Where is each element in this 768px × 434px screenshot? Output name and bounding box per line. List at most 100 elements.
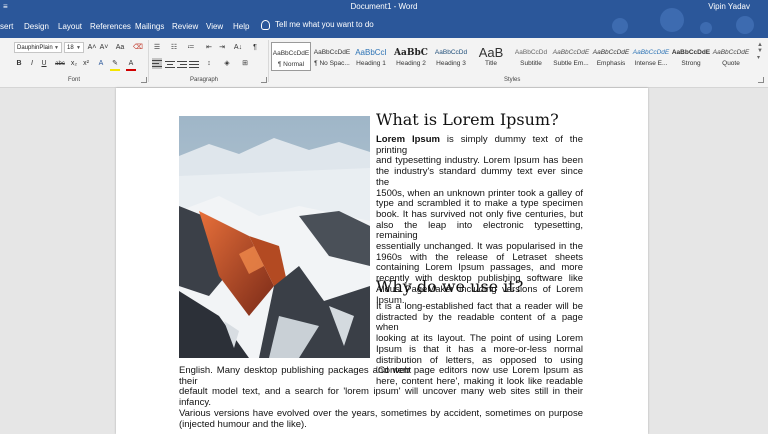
text-effects-icon[interactable]: A xyxy=(96,59,106,69)
bullets-icon[interactable]: ☰ xyxy=(152,43,162,53)
superscript-button[interactable]: x² xyxy=(81,59,91,69)
decor-snowflake-icon xyxy=(660,8,684,32)
styles-scroll[interactable]: ▲ ▼ ▾ xyxy=(757,42,765,72)
style-preview: AaBbCcDdE xyxy=(552,49,590,56)
paragraph-line: Ipsum is that it has a more-or-less norm… xyxy=(376,343,583,355)
style-no-spacing[interactable]: AaBbCcDdE ¶ No Spac... xyxy=(312,42,352,71)
underline-button[interactable]: U xyxy=(39,59,49,69)
decrease-indent-icon[interactable]: ⇤ xyxy=(204,43,214,53)
align-right-icon[interactable] xyxy=(177,59,187,68)
italic-button[interactable]: I xyxy=(27,59,37,69)
divider xyxy=(268,40,269,82)
chevron-down-icon: ▼ xyxy=(76,45,81,51)
tab-help[interactable]: Help xyxy=(233,22,249,31)
subscript-button[interactable]: x₂ xyxy=(69,59,79,69)
style-quote[interactable]: AaBbCcDdE Quote xyxy=(711,42,751,71)
style-name: Subtitle xyxy=(520,60,542,67)
style-emphasis[interactable]: AaBbCcDdE Emphasis xyxy=(591,42,631,71)
paragraph-2-full-width[interactable]: English. Many desktop publishing package… xyxy=(179,365,583,430)
decor-snowflake-icon xyxy=(700,22,712,34)
strikethrough-button[interactable]: abc xyxy=(53,59,67,69)
tell-me-text: Tell me what you want to do xyxy=(275,20,374,30)
font-name-combo[interactable]: DauphinPlain ▼ xyxy=(14,42,62,53)
expand-gallery-icon[interactable]: ▾ xyxy=(757,54,765,61)
align-center-icon[interactable] xyxy=(165,59,175,68)
shading-icon[interactable]: ◈ xyxy=(222,59,232,69)
paragraph-dialog-launcher-icon[interactable] xyxy=(261,77,267,83)
grow-font-button[interactable]: A˄ xyxy=(87,43,97,53)
font-color-button[interactable]: A xyxy=(126,59,136,71)
tab-design[interactable]: Design xyxy=(24,22,49,31)
increase-indent-icon[interactable]: ⇥ xyxy=(217,43,227,53)
ribbon: DauphinPlain ▼ 18 ▼ A˄ A˅ Aa ⌫ B I U abc x… xyxy=(0,38,768,88)
decor-snowflake-icon xyxy=(612,18,628,34)
style-heading-3[interactable]: AaBbCcDd Heading 3 xyxy=(431,42,471,71)
style-normal[interactable]: AaBbCcDdE ¶ Normal xyxy=(271,42,311,71)
numbering-icon[interactable]: ☷ xyxy=(169,43,179,53)
styles-group-label: Styles xyxy=(504,77,521,83)
style-heading-2[interactable]: AaBbC Heading 2 xyxy=(391,42,431,71)
tell-me-box[interactable]: Tell me what you want to do xyxy=(261,20,374,30)
style-name: Heading 3 xyxy=(436,60,466,67)
style-intense-emphasis[interactable]: AaBbCcDdE Intense E... xyxy=(631,42,671,71)
tab-layout[interactable]: Layout xyxy=(58,22,82,31)
change-case-button[interactable]: Aa xyxy=(113,43,127,53)
divider xyxy=(148,40,149,82)
tab-review[interactable]: Review xyxy=(172,22,198,31)
style-name: Heading 2 xyxy=(396,60,426,67)
tab-references[interactable]: References xyxy=(90,22,131,31)
tab-mailings[interactable]: Mailings xyxy=(135,22,164,31)
paragraph-line: also the leap into electronic typesettin… xyxy=(376,219,583,242)
style-preview: AaBbCcDd xyxy=(514,49,548,56)
tab-insert[interactable]: sert xyxy=(0,22,13,31)
style-name: Quote xyxy=(722,60,740,67)
style-title[interactable]: AaB Title xyxy=(471,42,511,71)
font-size-combo[interactable]: 18 ▼ xyxy=(64,42,84,53)
style-name: Strong xyxy=(681,60,701,67)
font-size-value: 18 xyxy=(67,45,74,51)
paragraph-line: Various versions have evolved over the y… xyxy=(179,407,583,419)
style-preview: AaBbC xyxy=(394,48,428,58)
style-subtle-emphasis[interactable]: AaBbCcDdE Subtle Em... xyxy=(551,42,591,71)
highlight-icon[interactable]: ✎ xyxy=(110,59,120,71)
style-name: ¶ Normal xyxy=(277,61,305,68)
paragraph-line: (injected humour and the like). xyxy=(179,418,307,430)
style-strong[interactable]: AaBbCcDdE Strong xyxy=(671,42,711,71)
font-dialog-launcher-icon[interactable] xyxy=(141,77,147,83)
chevron-down-icon: ▼ xyxy=(54,45,59,51)
borders-icon[interactable]: ⊞ xyxy=(240,59,250,69)
ribbon-tabs: sert Design Layout References Mailings R… xyxy=(0,8,768,38)
paragraph-line: default model text, and a search for 'lo… xyxy=(179,386,583,409)
shrink-font-button[interactable]: A˅ xyxy=(99,43,109,53)
font-name-value: DauphinPlain xyxy=(17,45,53,51)
decor-snowflake-icon xyxy=(736,16,754,34)
style-preview: AaBbCcDdE xyxy=(632,49,670,56)
paragraph-group-label: Paragraph xyxy=(190,77,219,83)
heading-what-is-lorem-ipsum[interactable]: What is Lorem Ipsum? xyxy=(376,110,559,129)
sort-button[interactable]: A↓ xyxy=(233,43,243,53)
style-name: Intense E... xyxy=(634,60,668,67)
justify-icon[interactable] xyxy=(189,59,199,68)
mountain-photo[interactable] xyxy=(179,116,370,358)
align-left-icon[interactable] xyxy=(152,58,162,69)
multilevel-list-icon[interactable]: ≔ xyxy=(186,43,196,53)
bold-button[interactable]: B xyxy=(14,59,24,69)
style-name: ¶ No Spac... xyxy=(314,60,350,67)
style-heading-1[interactable]: AaBbCcI Heading 1 xyxy=(351,42,391,71)
clear-formatting-icon[interactable]: ⌫ xyxy=(133,43,143,53)
paragraph-line: English. Many desktop publishing package… xyxy=(179,365,583,387)
bold-lead-text: Lorem Ipsum xyxy=(376,134,440,145)
line-spacing-icon[interactable]: ↕ xyxy=(204,59,214,69)
heading-why-do-we-use-it[interactable]: Why do we use it? xyxy=(376,277,523,296)
style-preview: AaB xyxy=(478,46,504,60)
paragraph-line: Lorem Ipsum is simply dummy text of the … xyxy=(376,134,583,156)
style-subtitle[interactable]: AaBbCcDd Subtitle xyxy=(511,42,551,71)
font-group-label: Font xyxy=(68,77,81,83)
tab-view[interactable]: View xyxy=(206,22,223,31)
show-marks-button[interactable]: ¶ xyxy=(250,43,260,53)
style-preview: AaBbCcDdE xyxy=(592,49,630,56)
styles-dialog-launcher-icon[interactable] xyxy=(758,77,764,83)
style-name: Subtle Em... xyxy=(553,60,589,67)
user-name[interactable]: Vipin Yadav xyxy=(708,2,750,11)
title-bar: ≡ Document1 - Word Vipin Yadav xyxy=(0,0,768,14)
